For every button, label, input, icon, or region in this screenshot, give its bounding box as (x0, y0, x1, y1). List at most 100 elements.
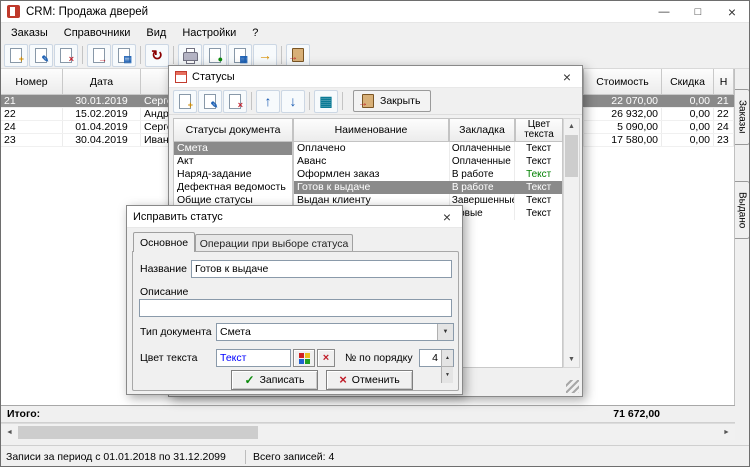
status-row[interactable]: Аванс Оплаченные Текст (294, 155, 562, 168)
statuses-dialog-title: Статусы (192, 71, 235, 83)
exit-button[interactable]: → (286, 44, 310, 67)
status-row[interactable]: Готов к выдаче В работе Текст (294, 181, 562, 194)
statusbar-divider (245, 450, 246, 464)
export-grid-icon: ▦ (319, 94, 332, 108)
doctype-select[interactable]: Смета ▼ (216, 323, 454, 341)
toolbar-separator (82, 46, 83, 64)
total-label: Итого: (1, 408, 585, 420)
print-button[interactable] (178, 44, 202, 67)
scrollbar-thumb[interactable] (18, 426, 258, 439)
edit-dialog-title: Исправить статус (133, 211, 223, 223)
check-icon: ✓ (245, 374, 255, 386)
column-header-date: Дата (63, 69, 141, 95)
close-statuses-button[interactable]: → Закрыть (353, 90, 431, 112)
color-picker-button[interactable] (293, 349, 315, 367)
toolbar-separator (309, 92, 310, 110)
status-row[interactable]: Оплачено Оплаченные Текст (294, 142, 562, 155)
menu-orders[interactable]: Заказы (3, 23, 56, 42)
menu-help[interactable]: ? (244, 23, 266, 42)
move-down-button[interactable]: ↓ (281, 90, 305, 113)
scrollbar-thumb[interactable] (565, 135, 578, 177)
properties-doc-icon: ▤ (118, 48, 130, 63)
print-preview-button[interactable]: ● (203, 44, 227, 67)
edit-order-button[interactable]: ✎ (29, 44, 53, 67)
description-input[interactable] (139, 299, 452, 317)
edit-doc-icon: ✎ (204, 94, 216, 109)
transfer-order-button[interactable]: → (87, 44, 111, 67)
vertical-scrollbar[interactable]: ▲ ▼ (563, 118, 580, 368)
maximize-button[interactable]: □ (681, 1, 715, 23)
status-row[interactable]: Оформлен заказ В работе Текст (294, 168, 562, 181)
refresh-button[interactable]: ↻ (145, 44, 169, 67)
clear-color-button[interactable]: × (317, 349, 335, 367)
column-header-cost: Стоимость (584, 69, 662, 95)
toolbar-separator (281, 46, 282, 64)
minimize-button[interactable]: — (647, 1, 681, 23)
list-item[interactable]: Акт (174, 155, 292, 168)
menu-settings[interactable]: Настройки (174, 23, 244, 42)
text-color-label: Цвет текста (140, 352, 197, 364)
side-tab-strip: Заказы Выдано (735, 69, 750, 423)
resize-grip[interactable] (566, 380, 579, 393)
statuses-close-icon[interactable]: × (552, 66, 582, 87)
save-button[interactable]: ✓ Записать (231, 370, 318, 390)
refresh-icon: ↻ (151, 48, 163, 62)
report-doc-icon: ▦ (234, 48, 246, 63)
menu-bar: Заказы Справочники Вид Настройки ? (1, 23, 749, 42)
edit-dialog-titlebar: Исправить статус × (127, 206, 462, 228)
move-up-button[interactable]: ↑ (256, 90, 280, 113)
tab-orders[interactable]: Заказы (735, 89, 750, 145)
delete-status-button[interactable]: × (223, 90, 247, 113)
add-status-button[interactable]: + (173, 90, 197, 113)
export-button[interactable]: → (253, 44, 277, 67)
delete-doc-icon: × (60, 48, 72, 63)
arrow-up-icon: ↑ (265, 94, 272, 108)
chevron-down-icon[interactable]: ▼ (437, 324, 453, 340)
app-icon (7, 5, 20, 18)
record-count-text: Всего записей: 4 (253, 451, 334, 463)
color-grid-icon (299, 353, 310, 364)
name-input[interactable] (191, 260, 452, 278)
edit-status-dialog: Исправить статус × Основное Операции при… (126, 205, 463, 395)
new-doc-icon: + (10, 48, 22, 63)
spin-down-icon[interactable]: ▼ (441, 367, 453, 383)
export-statuses-button[interactable]: ▦ (314, 90, 338, 113)
delete-order-button[interactable]: × (54, 44, 78, 67)
doc-statuses-list-header: Статусы документа (173, 118, 293, 142)
edit-status-button[interactable]: ✎ (198, 90, 222, 113)
close-button[interactable]: × (715, 1, 749, 23)
statuses-dialog-icon (175, 71, 187, 83)
edit-close-icon[interactable]: × (432, 206, 462, 227)
delete-doc-icon: × (229, 94, 241, 109)
list-item[interactable]: Наряд-задание (174, 168, 292, 181)
text-color-preview: Текст (216, 349, 291, 367)
new-order-button[interactable]: + (4, 44, 28, 67)
report-grid-button[interactable]: ▦ (228, 44, 252, 67)
tab-operations[interactable]: Операции при выборе статуса (195, 234, 353, 252)
total-row: Итого: 71 672,00 (1, 405, 735, 423)
order-number-label: № по порядку (345, 352, 413, 364)
scroll-right-button[interactable]: ► (718, 425, 735, 440)
list-item[interactable]: Дефектная ведомость (174, 181, 292, 194)
cancel-button[interactable]: × Отменить (326, 370, 413, 390)
scroll-down-button[interactable]: ▼ (564, 352, 579, 367)
menu-view[interactable]: Вид (138, 23, 174, 42)
order-properties-button[interactable]: ▤ (112, 44, 136, 67)
column-header-name: Наименование (293, 118, 449, 142)
statuses-dialog-titlebar: Статусы × (169, 66, 582, 88)
printer-icon (183, 52, 198, 61)
spin-up-icon[interactable]: ▲ (441, 350, 453, 367)
scroll-left-button[interactable]: ◄ (1, 425, 18, 440)
column-header-number: Номер (1, 69, 63, 95)
scroll-up-button[interactable]: ▲ (564, 119, 579, 134)
toolbar-separator (251, 92, 252, 110)
menu-directories[interactable]: Справочники (56, 23, 139, 42)
title-bar: CRM: Продажа дверей — □ × (1, 1, 749, 23)
tab-issued[interactable]: Выдано (735, 181, 750, 239)
horizontal-scrollbar[interactable]: ◄ ► (1, 423, 735, 440)
name-label: Название (140, 263, 187, 275)
order-number-spinner[interactable]: 4 ▲ ▼ (419, 349, 454, 367)
list-item[interactable]: Смета (174, 142, 292, 155)
column-header-tab: Закладка (449, 118, 515, 142)
tab-main[interactable]: Основное (133, 232, 195, 252)
